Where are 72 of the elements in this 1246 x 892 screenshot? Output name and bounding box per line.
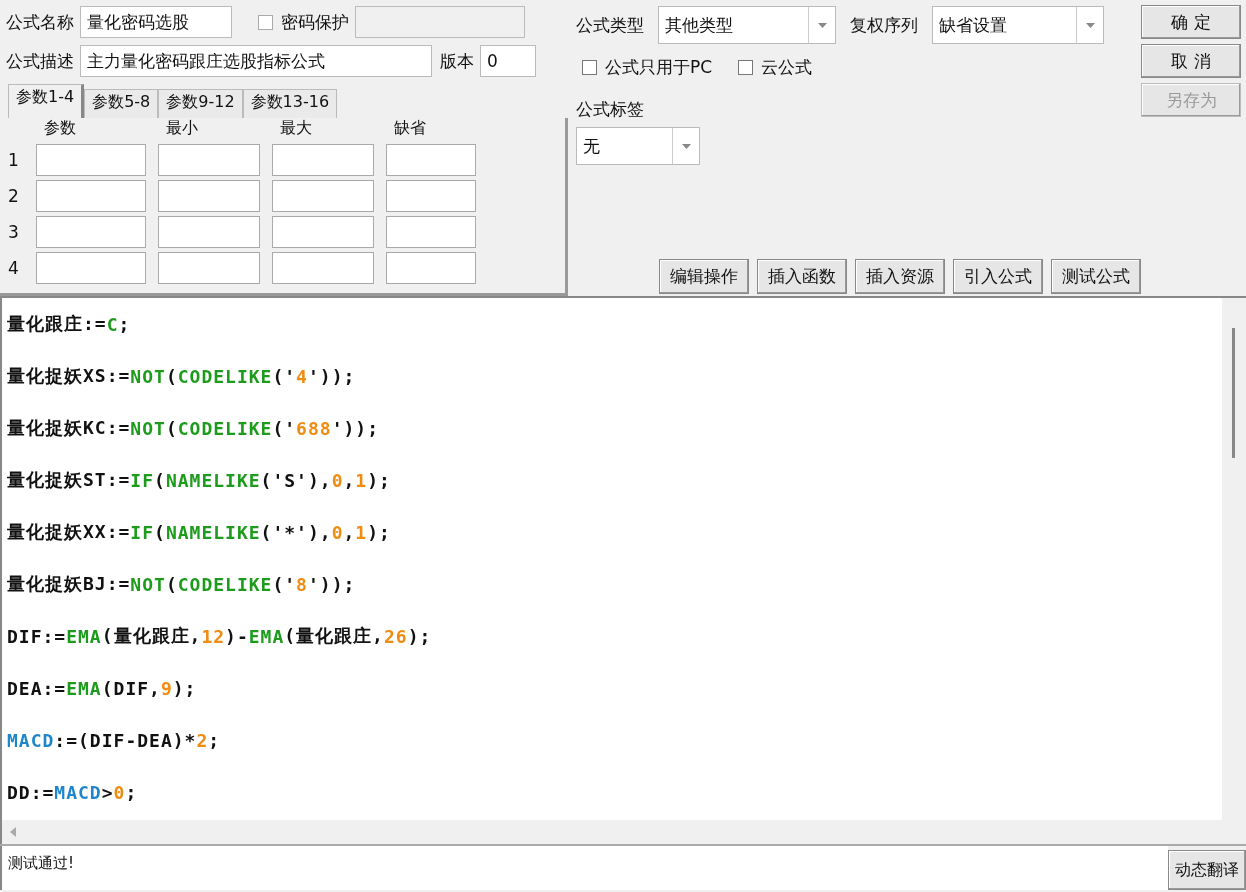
code-line: 量化捉妖XS:=NOT(CODELIKE('4')); [7,364,357,389]
checkbox-label: 云公式 [761,55,813,79]
field-label: 公式名称 [6,10,74,34]
toolbar-button[interactable]: 插入资源 [855,259,945,294]
code-line: 量化捉妖BJ:=NOT(CODELIKE('8')); [7,572,357,597]
dialog-button[interactable]: 取 消 [1141,44,1241,78]
code-line: 量化捉妖ST:=IF(NAMELIKE('S'),0,1); [7,468,392,493]
horizontal-scrollbar[interactable] [2,820,1246,844]
input-field[interactable] [386,252,476,284]
input-field[interactable]: 量化密码选股 [80,6,232,38]
field-label: 版本 [440,49,474,73]
code-line: MACD:=(DIF-DEA)*2; [7,728,222,753]
scroll-left-icon[interactable] [10,827,16,837]
input-field[interactable] [158,252,260,284]
row-number: 1 [8,150,20,170]
toolbar-button[interactable]: 编辑操作 [659,259,749,294]
toolbar-button[interactable]: 引入公式 [953,259,1043,294]
translate-button[interactable]: 动态翻译 [1168,850,1246,890]
column-header: 缺省 [393,118,427,139]
password-field[interactable] [355,6,525,38]
input-field[interactable] [386,144,476,176]
tab[interactable]: 参数9-12 [158,89,243,118]
row-number: 2 [8,186,20,206]
dropdown[interactable]: 其他类型 [658,6,836,44]
checkbox-label: 公式只用于PC [605,55,713,79]
status-message: 测试通过! [0,846,1168,890]
input-field[interactable] [36,252,146,284]
row-number: 3 [8,222,20,242]
dropdown[interactable]: 无 [576,127,700,165]
tab[interactable]: 参数5-8 [84,89,159,118]
column-header: 最小 [165,118,199,139]
vertical-scrollbar[interactable] [1222,298,1246,820]
checkbox[interactable] [582,59,597,75]
input-field[interactable]: 主力量化密码跟庄选股指标公式 [80,45,432,77]
input-field[interactable] [36,216,146,248]
code-line: DEA:=EMA(DIF,9); [7,676,198,701]
input-field[interactable] [386,180,476,212]
checkbox[interactable] [738,59,754,75]
code-editor[interactable] [0,296,1246,844]
dropdown[interactable]: 缺省设置 [932,6,1104,44]
column-header: 最大 [279,118,313,139]
input-field[interactable] [158,180,260,212]
input-field[interactable] [272,252,374,284]
input-field[interactable] [272,180,374,212]
input-field[interactable] [158,216,260,248]
field-label: 公式描述 [6,49,74,73]
column-header: 参数 [43,118,77,139]
input-field[interactable] [158,144,260,176]
field-label: 复权序列 [850,13,918,37]
caret-icon [1085,22,1095,28]
input-field[interactable] [386,216,476,248]
code-line: 量化捉妖KC:=NOT(CODELIKE('688')); [7,416,380,441]
toolbar-button[interactable]: 插入函数 [757,259,847,294]
row-number: 4 [8,258,20,278]
tab[interactable]: 参数1-4 [8,84,85,118]
input-field[interactable] [36,144,146,176]
input-field[interactable] [272,216,374,248]
toolbar-button[interactable]: 测试公式 [1051,259,1141,294]
input-field[interactable] [36,180,146,212]
field-label: 公式标签 [576,98,645,121]
tab[interactable]: 参数13-16 [242,89,338,118]
code-line: DIF:=EMA(量化跟庄,12)-EMA(量化跟庄,26); [7,624,433,649]
code-line: DD:=MACD>0; [7,780,139,805]
code-line: 量化跟庄:=C; [7,312,132,337]
dialog-button[interactable]: 确 定 [1141,5,1241,39]
caret-icon [681,143,691,149]
field-label: 公式类型 [576,13,644,37]
input-field[interactable]: 0 [480,45,536,77]
checkbox-label: 密码保护 [281,10,349,34]
input-field[interactable] [272,144,374,176]
caret-icon [817,22,827,28]
code-line: 量化捉妖XX:=IF(NAMELIKE('*'),0,1); [7,520,392,545]
